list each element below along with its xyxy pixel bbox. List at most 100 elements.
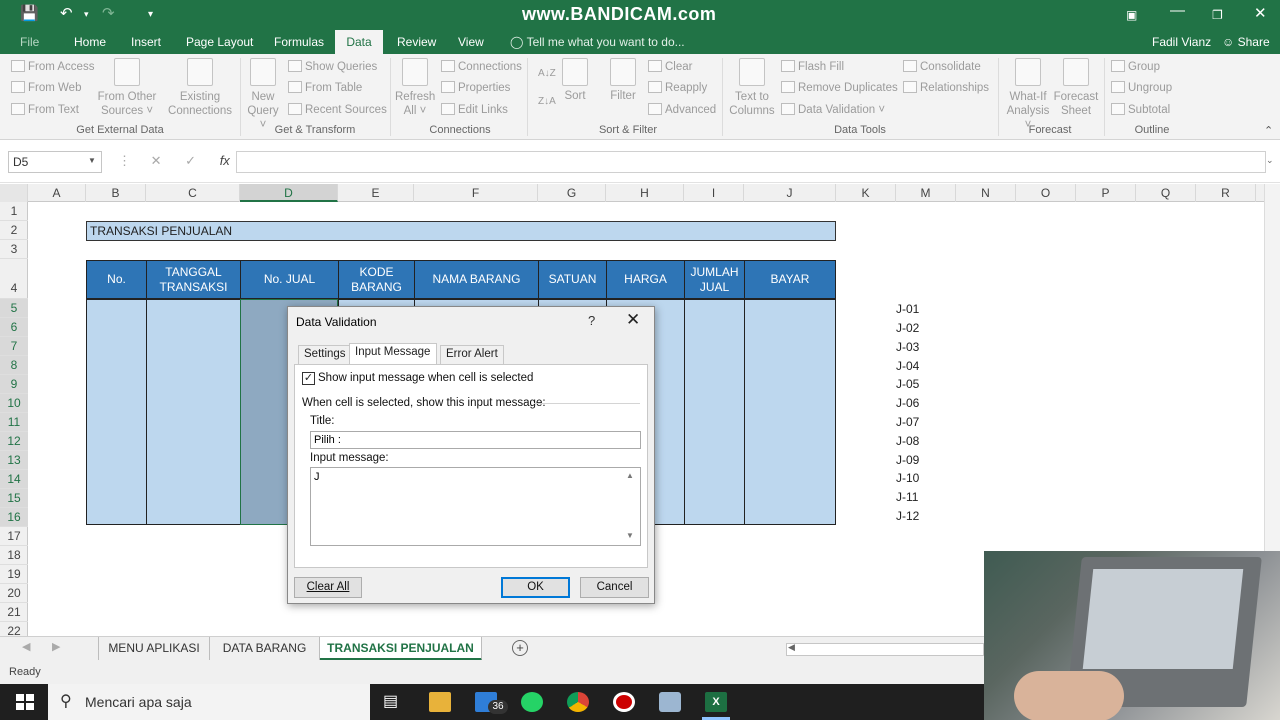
row-header[interactable]: 19: [0, 565, 28, 584]
new-query-button[interactable]: New Query ˅: [244, 58, 282, 132]
help-icon[interactable]: ?: [588, 313, 595, 328]
text-to-columns-button[interactable]: Text to Columns: [728, 58, 776, 118]
header-harga[interactable]: HARGA: [606, 260, 685, 299]
sheet-tab-menu-aplikasi[interactable]: MENU APLIKASI: [98, 637, 210, 661]
sort-za-icon[interactable]: Z↓A: [538, 92, 556, 112]
row-header-selected[interactable]: 6: [0, 318, 28, 337]
tab-file[interactable]: File: [14, 30, 45, 54]
header-kode-barang[interactable]: KODE BARANG: [338, 260, 415, 299]
column-header[interactable]: M: [896, 184, 956, 202]
row-header[interactable]: 1: [0, 202, 28, 221]
refresh-all-button[interactable]: Refresh All ˅: [395, 58, 435, 118]
j-list-cell[interactable]: J-05: [896, 375, 926, 394]
column-header[interactable]: I: [684, 184, 744, 202]
tab-page-layout[interactable]: Page Layout: [180, 30, 259, 54]
column-header-selected[interactable]: D: [240, 184, 338, 202]
flash-fill-button[interactable]: Flash Fill: [781, 57, 844, 77]
excel-taskbar-icon[interactable]: X: [705, 692, 727, 712]
j-list-cell[interactable]: J-12: [896, 507, 926, 526]
row-header[interactable]: 21: [0, 603, 28, 622]
user-name[interactable]: Fadil Vianz: [1152, 30, 1211, 54]
column-header[interactable]: A: [28, 184, 86, 202]
properties-button[interactable]: Properties: [441, 78, 510, 98]
group-button[interactable]: Group: [1111, 57, 1160, 77]
tab-home[interactable]: Home: [68, 30, 112, 54]
share-button[interactable]: ☺ Share: [1222, 30, 1270, 54]
column-header[interactable]: P: [1076, 184, 1136, 202]
close-window-icon[interactable]: ✕: [1254, 4, 1267, 22]
column-jumlah-cells[interactable]: [684, 299, 745, 525]
subtotal-button[interactable]: Subtotal: [1111, 100, 1170, 120]
connections-button[interactable]: Connections: [441, 57, 522, 77]
row-header-selected[interactable]: 16: [0, 508, 28, 527]
tab-view[interactable]: View: [452, 30, 490, 54]
data-validation-button[interactable]: Data Validation ˅: [781, 100, 885, 120]
undo-dropdown-icon[interactable]: ▾: [84, 9, 89, 20]
expand-formula-icon[interactable]: ⌄: [1266, 155, 1274, 166]
windows-start-icon[interactable]: [16, 694, 34, 710]
sort-az-icon[interactable]: A↓Z: [538, 64, 556, 84]
header-no-jual[interactable]: No. JUAL: [240, 260, 339, 299]
column-header[interactable]: H: [606, 184, 684, 202]
j-list-cell[interactable]: J-06: [896, 394, 926, 413]
column-header[interactable]: N: [956, 184, 1016, 202]
row-header-selected[interactable]: 5: [0, 299, 28, 318]
row-header-selected[interactable]: 8: [0, 356, 28, 375]
prev-sheet-icon[interactable]: ◀: [22, 640, 30, 653]
recent-sources-button[interactable]: Recent Sources: [288, 100, 387, 120]
column-header[interactable]: B: [86, 184, 146, 202]
ok-button[interactable]: OK: [501, 577, 570, 598]
enter-entry-icon[interactable]: ✓: [185, 153, 196, 168]
show-input-message-checkbox[interactable]: ✓: [302, 372, 315, 385]
file-explorer-icon[interactable]: [429, 692, 451, 712]
tab-settings[interactable]: Settings: [298, 345, 352, 364]
minimize-icon[interactable]: —: [1170, 2, 1185, 19]
scroll-down-icon[interactable]: ▼: [626, 531, 634, 540]
ungroup-button[interactable]: Ungroup: [1111, 78, 1172, 98]
relationships-button[interactable]: Relationships: [903, 78, 989, 98]
tab-insert[interactable]: Insert: [125, 30, 167, 54]
tab-input-message[interactable]: Input Message: [349, 343, 437, 365]
ribbon-display-icon[interactable]: ▣: [1126, 8, 1137, 22]
row-header-selected[interactable]: 9: [0, 375, 28, 394]
header-no[interactable]: No.: [86, 260, 147, 299]
j-list-cell[interactable]: J-11: [896, 488, 926, 507]
header-tanggal[interactable]: TANGGAL TRANSAKSI: [146, 260, 241, 299]
remove-duplicates-button[interactable]: Remove Duplicates: [781, 78, 898, 98]
row-header-selected[interactable]: 10: [0, 394, 28, 413]
tab-data[interactable]: Data: [335, 30, 383, 54]
row-header-selected[interactable]: 7: [0, 337, 28, 356]
row-header-selected[interactable]: 13: [0, 451, 28, 470]
header-satuan[interactable]: SATUAN: [538, 260, 607, 299]
new-sheet-icon[interactable]: +: [512, 640, 528, 656]
chrome-icon[interactable]: [567, 692, 589, 712]
column-tanggal-cells[interactable]: [146, 299, 241, 525]
j-list-cell[interactable]: J-09: [896, 451, 926, 470]
j-list-cell[interactable]: J-03: [896, 338, 926, 357]
forecast-sheet-button[interactable]: Forecast Sheet: [1052, 58, 1100, 118]
row-header[interactable]: 3: [0, 240, 28, 259]
column-header[interactable]: G: [538, 184, 606, 202]
j-list-cell[interactable]: J-02: [896, 319, 926, 338]
j-list-cell[interactable]: J-10: [896, 469, 926, 488]
edit-links-button[interactable]: Edit Links: [441, 100, 508, 120]
next-sheet-icon[interactable]: ▶: [52, 640, 60, 653]
name-box-dropdown-icon[interactable]: ▼: [88, 156, 96, 165]
filter-button[interactable]: Filter: [604, 58, 642, 103]
what-if-analysis-button[interactable]: What-If Analysis ˅: [1002, 58, 1054, 132]
tab-formulas[interactable]: Formulas: [268, 30, 330, 54]
collapse-ribbon-icon[interactable]: ⌃: [1264, 124, 1273, 137]
row-header[interactable]: 2: [0, 221, 28, 240]
from-other-sources-button[interactable]: From Other Sources ˅: [96, 58, 158, 118]
sheet-tab-data-barang[interactable]: DATA BARANG: [210, 637, 320, 661]
tell-me-box[interactable]: ◯ Tell me what you want to do...: [510, 30, 685, 54]
restore-icon[interactable]: ❐: [1212, 8, 1223, 22]
consolidate-button[interactable]: Consolidate: [903, 57, 981, 77]
row-header-selected[interactable]: 12: [0, 432, 28, 451]
existing-connections-button[interactable]: Existing Connections: [165, 58, 235, 118]
row-header-selected[interactable]: 15: [0, 489, 28, 508]
j-list-cell[interactable]: J-07: [896, 413, 926, 432]
sheet-title-cell[interactable]: TRANSAKSI PENJUALAN: [86, 221, 836, 241]
camera-icon[interactable]: [659, 692, 681, 712]
clear-all-button[interactable]: Clear All: [294, 577, 362, 598]
